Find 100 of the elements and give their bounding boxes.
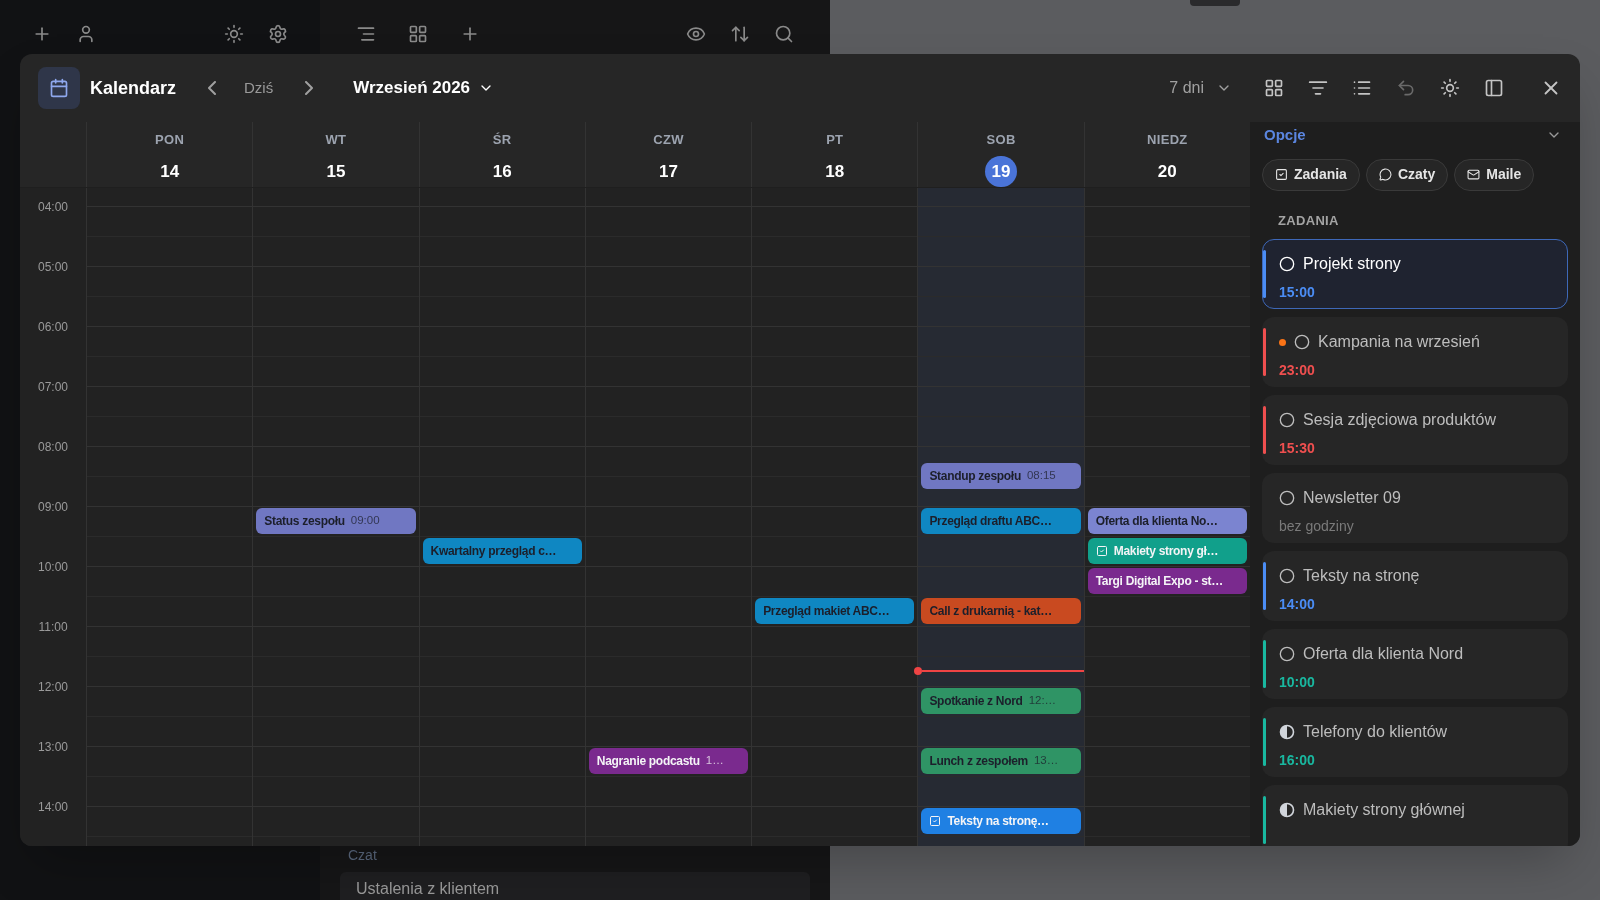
task-title: Telefony do klientów (1303, 722, 1448, 742)
hour-slot[interactable]: Oferta dla klienta No… Makiety strony gł… (1084, 506, 1250, 566)
day-number[interactable]: 14 (160, 155, 180, 187)
sidebar-toggle-icon[interactable] (1484, 78, 1504, 98)
hour-slot[interactable]: Przegląd draftu ABC… (918, 506, 1084, 566)
day-number[interactable]: 16 (492, 155, 512, 187)
event-title: Makiety strony gł… (1113, 543, 1219, 560)
user-icon[interactable] (76, 24, 96, 44)
circle-icon[interactable] (1279, 568, 1295, 584)
hour-slot[interactable]: Status zespołu 09:00 (253, 506, 419, 566)
half-circle-icon[interactable] (1279, 724, 1295, 740)
half-circle-icon[interactable] (1279, 802, 1295, 818)
month-dropdown[interactable]: Wrzesień 2026 (353, 75, 495, 101)
mail-icon (1467, 168, 1481, 181)
sort-icon[interactable] (730, 24, 750, 44)
hour-label: 09:00 (38, 499, 68, 514)
weekday-label: ŚR (492, 131, 512, 149)
day-number[interactable]: 15 (326, 155, 346, 187)
task-card[interactable]: Projekt strony 15:00 (1262, 239, 1568, 309)
task-card[interactable]: Kampania na wrzesień 23:00 (1262, 317, 1568, 387)
weekday-label: WT (325, 131, 347, 149)
day-number[interactable]: 17 (659, 155, 678, 187)
hour-slot[interactable]: Standup zespołu 08:15 (918, 446, 1084, 506)
hour-slot[interactable]: Call z drukarnią - kat… (918, 566, 1084, 626)
eye-icon[interactable] (686, 24, 706, 44)
task-title: Newsletter 09 (1303, 488, 1401, 508)
task-time: 16:00 (1279, 751, 1316, 770)
event-time: 08:15 (1026, 468, 1056, 484)
checkbox-icon (929, 815, 942, 827)
grid-icon[interactable] (408, 24, 428, 44)
event-chip[interactable]: Targi Digital Expo - st… (1087, 568, 1247, 594)
task-time: 15:30 (1279, 439, 1316, 458)
hour-slot[interactable]: Kwartalny przegląd c… (419, 506, 585, 566)
undo-icon[interactable] (1396, 78, 1416, 98)
hour-label: 11:00 (38, 619, 68, 634)
checkbox-icon (1095, 545, 1108, 557)
task-card[interactable]: Oferta dla klienta Nord 10:00 (1262, 629, 1568, 699)
circle-icon[interactable] (1279, 490, 1295, 506)
list-icon[interactable] (1352, 78, 1372, 98)
checkbox-icon (1275, 168, 1288, 181)
event-chip[interactable]: Przegląd makiet ABC… (755, 598, 915, 624)
calendar-icon (49, 78, 69, 98)
event-title: Przegląd draftu ABC… (929, 513, 1052, 530)
event-chip[interactable]: Nagranie podcastu 1… (588, 748, 749, 774)
circle-icon[interactable] (1279, 646, 1295, 662)
task-chip[interactable]: Makiety strony gł… (1087, 538, 1247, 564)
hour-slot[interactable]: Spotkanie z Nord 12:… (918, 686, 1084, 746)
today-button[interactable]: Dziś (244, 76, 274, 100)
circle-icon[interactable] (1279, 412, 1295, 428)
event-title: Status zespołu (264, 513, 345, 530)
task-time: 23:00 (1279, 361, 1316, 380)
event-chip[interactable]: Lunch z zespołem 13… (921, 748, 1081, 774)
day-number[interactable]: 19 (985, 155, 1018, 187)
grid-view-icon[interactable] (1264, 78, 1284, 98)
window-title: Kalendarz (90, 76, 177, 100)
weekday-label: SOB (986, 131, 1016, 149)
event-title: Nagranie podcastu (596, 753, 700, 770)
task-card[interactable]: Makiety strony głównej (1262, 785, 1568, 846)
lines-icon[interactable] (356, 24, 376, 44)
task-card[interactable]: Teksty na stronę 14:00 (1262, 551, 1568, 621)
weekday-label: NIEDZ (1147, 131, 1188, 149)
event-chip[interactable]: Standup zespołu 08:15 (921, 463, 1081, 489)
event-chip[interactable]: Call z drukarnią - kat… (921, 598, 1081, 624)
filter-chip[interactable]: Maile (1454, 158, 1535, 191)
day-number[interactable]: 18 (825, 155, 845, 187)
filter-icon[interactable] (1308, 78, 1328, 98)
event-chip[interactable]: Przegląd draftu ABC… (921, 508, 1081, 534)
sun-icon[interactable] (1440, 78, 1460, 98)
event-chip[interactable]: Status zespołu 09:00 (256, 508, 416, 534)
range-dropdown[interactable]: 7 dni (1169, 76, 1232, 100)
circle-icon[interactable] (1294, 334, 1310, 350)
event-title: Standup zespołu (929, 468, 1021, 485)
hour-slot[interactable]: Nagranie podcastu 1… (585, 746, 752, 806)
weekday-label: PT (826, 131, 844, 149)
event-chip[interactable]: Kwartalny przegląd c… (422, 538, 582, 564)
event-chip[interactable]: Spotkanie z Nord 12:… (921, 688, 1081, 714)
event-title: Przegląd makiet ABC… (763, 603, 890, 620)
task-title: Makiety strony głównej (1303, 800, 1465, 820)
task-card[interactable]: Newsletter 09 bez godziny (1262, 473, 1568, 543)
task-title: Projekt strony (1303, 254, 1401, 274)
hour-label: 07:00 (38, 379, 68, 394)
filter-chip[interactable]: Czaty (1365, 158, 1449, 191)
hour-slot[interactable]: Teksty na stronę… (918, 806, 1084, 846)
day-number[interactable]: 20 (1157, 155, 1177, 187)
sun-icon[interactable] (224, 24, 244, 44)
hour-label: 05:00 (38, 259, 68, 274)
hour-label: 12:00 (38, 679, 68, 694)
hour-label: 06:00 (38, 319, 68, 334)
list-item[interactable]: Ustalenia z klientem (340, 872, 810, 900)
search-icon[interactable] (774, 24, 794, 44)
event-chip[interactable]: Oferta dla klienta No… (1087, 508, 1247, 534)
hour-slot[interactable]: Przegląd makiet ABC… (752, 566, 918, 626)
hour-slot[interactable]: Targi Digital Expo - st… (1084, 566, 1250, 626)
event-time: 12:… (1028, 693, 1057, 709)
hour-slot[interactable]: Lunch z zespołem 13… (918, 746, 1084, 806)
task-card[interactable]: Sesja zdjęciowa produktów 15:30 (1262, 395, 1568, 465)
task-card[interactable]: Telefony do klientów 16:00 (1262, 707, 1568, 777)
task-chip[interactable]: Teksty na stronę… (921, 808, 1081, 834)
settings-icon[interactable] (268, 24, 288, 44)
filter-chip[interactable]: Zadania (1262, 158, 1360, 191)
